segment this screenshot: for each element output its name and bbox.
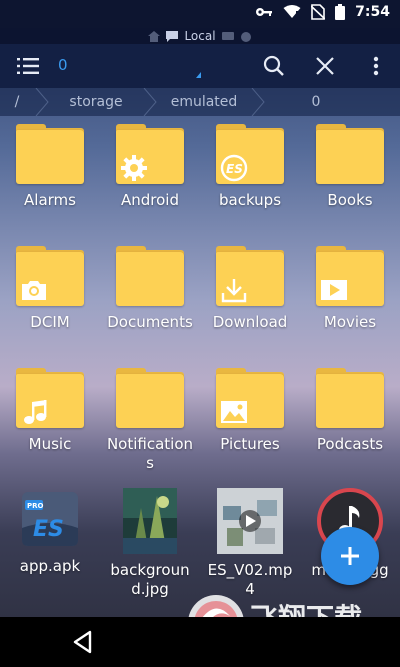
breadcrumb-emulated[interactable]: emulated — [158, 88, 250, 116]
home-icon[interactable] — [148, 30, 161, 42]
no-sim-icon — [311, 4, 326, 20]
item-label: Alarms — [24, 191, 76, 209]
breadcrumb-storage[interactable]: storage — [50, 88, 142, 116]
folder-icon — [16, 368, 84, 428]
tab-indicator — [196, 72, 201, 78]
folder-icon — [16, 124, 84, 184]
item-label: Android — [121, 191, 179, 209]
item-label: Documents — [107, 313, 193, 331]
breadcrumb-0[interactable]: 0 — [266, 88, 366, 116]
tab-count[interactable]: 0 — [58, 56, 68, 74]
es-logo-icon: ES — [219, 154, 249, 182]
svg-text:ES: ES — [33, 517, 64, 542]
folder-icon — [216, 368, 284, 428]
folder-item[interactable]: Alarms — [5, 124, 95, 210]
item-label: Books — [327, 191, 373, 209]
status-bar: 7:54 — [0, 0, 400, 28]
item-label: Download — [212, 313, 288, 331]
folder-item[interactable]: Music — [5, 368, 95, 454]
breadcrumb-separator — [143, 88, 157, 116]
network-icon[interactable] — [221, 31, 234, 42]
folder-icon — [216, 246, 284, 306]
image-thumbnail — [123, 488, 177, 554]
location-label[interactable]: Local — [184, 29, 215, 43]
play-icon — [319, 276, 349, 304]
item-label: DCIM — [30, 313, 70, 331]
location-strip: Local — [0, 28, 400, 44]
camera-icon — [19, 276, 49, 304]
battery-icon — [335, 4, 346, 20]
item-label: Podcasts — [316, 435, 384, 453]
svg-text:PRO: PRO — [27, 502, 44, 510]
folder-icon — [16, 246, 84, 306]
cloud-icon[interactable] — [240, 31, 252, 42]
folder-item[interactable]: Books — [305, 124, 395, 210]
video-thumbnail — [217, 488, 283, 554]
folder-item[interactable]: ES backups — [205, 124, 295, 210]
folder-icon — [316, 124, 384, 184]
item-label: backups — [218, 191, 282, 209]
folder-item[interactable]: Movies — [305, 246, 395, 332]
chat-icon — [166, 30, 179, 42]
breadcrumb-separator — [35, 88, 49, 116]
folder-item[interactable]: Download — [205, 246, 295, 332]
folder-item[interactable]: Pictures — [205, 368, 295, 454]
breadcrumb: / storage emulated 0 — [0, 88, 400, 116]
folder-item[interactable]: DCIM — [5, 246, 95, 332]
folder-item[interactable]: Android — [105, 124, 195, 210]
folder-item[interactable]: Podcasts — [305, 368, 395, 454]
item-label: background.jpg — [110, 561, 190, 598]
file-item[interactable]: PRO ES app.apk — [5, 488, 95, 576]
item-label: Pictures — [220, 435, 280, 453]
folder-item[interactable]: Documents — [105, 246, 195, 332]
overflow-menu-icon[interactable] — [362, 52, 390, 80]
add-button[interactable] — [321, 527, 379, 585]
file-item[interactable]: background.jpg — [105, 488, 195, 599]
close-icon[interactable] — [311, 52, 339, 80]
folder-icon: ES — [216, 124, 284, 184]
item-label: app.apk — [19, 557, 81, 575]
folder-item[interactable]: Notifications — [105, 368, 195, 473]
gear-icon — [119, 154, 149, 182]
es-pro-apk-icon: PRO ES — [19, 488, 81, 550]
folder-icon — [116, 246, 184, 306]
breadcrumb-separator — [251, 88, 265, 116]
music-note-icon — [19, 398, 49, 426]
back-icon[interactable] — [72, 630, 94, 654]
folder-icon — [116, 124, 184, 184]
item-label: Notifications — [106, 435, 194, 472]
clock: 7:54 — [355, 4, 390, 20]
item-label: Music — [28, 435, 72, 453]
breadcrumb-root[interactable]: / — [0, 88, 34, 116]
svg-text:ES: ES — [226, 162, 243, 176]
file-item[interactable]: ES_V02.mp4 — [205, 488, 295, 599]
wifi-icon — [283, 5, 301, 18]
image-icon — [219, 398, 249, 426]
menu-icon[interactable] — [14, 52, 42, 80]
folder-icon — [316, 368, 384, 428]
download-icon — [219, 276, 249, 304]
key-icon — [256, 8, 273, 16]
plus-icon — [341, 547, 359, 565]
search-icon[interactable] — [260, 52, 288, 80]
navigation-bar — [0, 617, 400, 667]
folder-icon — [116, 368, 184, 428]
item-label: Movies — [323, 313, 377, 331]
folder-icon — [316, 246, 384, 306]
